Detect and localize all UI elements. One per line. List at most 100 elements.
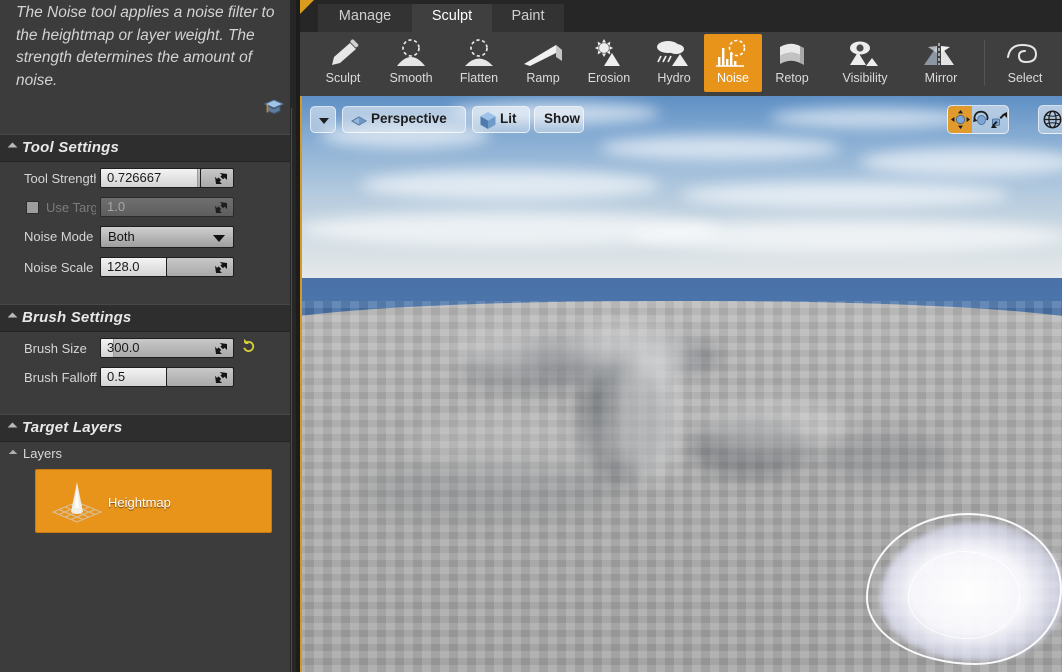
- tool-settings-section-header[interactable]: Tool Settings: [0, 134, 290, 162]
- expander-triangle-icon: [8, 449, 18, 459]
- tool-button-retop[interactable]: Retop: [762, 34, 822, 92]
- flatten-dome-icon: [446, 39, 512, 69]
- trowel-icon: [310, 39, 376, 69]
- spinner-value: 0.726667: [107, 170, 162, 185]
- property-label: Use Targ: [46, 200, 96, 215]
- terrain-shadow: [820, 435, 950, 479]
- tool-button-smooth[interactable]: Smooth: [376, 34, 446, 92]
- mode-tab-bar: Manage Sculpt Paint: [300, 0, 1062, 32]
- viewport-options-menu[interactable]: [310, 106, 336, 133]
- layer-item-heightmap[interactable]: Heightmap: [35, 469, 272, 533]
- drag-arrows-icon: [215, 342, 228, 355]
- property-row-noise-scale: Noise Scale 128.0: [0, 257, 290, 279]
- property-row-brush-falloff: Brush Falloff 0.5: [0, 367, 290, 389]
- tool-button-hydro[interactable]: Hydro: [644, 34, 704, 92]
- transform-gizmo-group: [947, 105, 1009, 134]
- expander-triangle-icon: [7, 312, 18, 323]
- tool-description-text: The Noise tool applies a noise filter to…: [16, 4, 275, 89]
- brush-size-spinner[interactable]: 300.0: [100, 338, 234, 358]
- property-label: Noise Scale: [24, 260, 94, 275]
- tool-label: Flatten: [459, 71, 499, 85]
- smooth-dome-icon: [376, 39, 446, 69]
- tool-button-copy[interactable]: Copy: [1058, 34, 1062, 92]
- tool-button-select[interactable]: Select: [992, 34, 1058, 92]
- landscape-tool-panel: The Noise tool applies a noise filter to…: [0, 0, 290, 672]
- cloud: [360, 170, 660, 200]
- tool-label: Erosion: [587, 71, 631, 85]
- lit-cube-icon: [479, 111, 497, 135]
- tab-paint[interactable]: Paint: [492, 4, 564, 32]
- cloud: [680, 182, 1010, 208]
- camera-perspective-icon: [350, 112, 368, 134]
- tool-label: Smooth: [389, 71, 433, 85]
- expander-triangle-icon: [7, 422, 18, 433]
- view-mode-perspective[interactable]: Perspective: [342, 106, 466, 133]
- brush-falloff-drag-handle[interactable]: [166, 367, 234, 387]
- tool-button-noise[interactable]: Noise: [704, 34, 762, 92]
- tab-corner-marker-icon: [300, 0, 314, 14]
- cloud: [860, 148, 1062, 176]
- mirror-icon: [908, 39, 974, 69]
- property-row-brush-size: Brush Size 300.0: [0, 338, 290, 360]
- property-row-noise-mode: Noise Mode Both: [0, 226, 290, 248]
- button-label: Lit: [500, 111, 517, 126]
- tab-label: Manage: [338, 8, 392, 24]
- noise-mode-dropdown[interactable]: Both: [100, 226, 234, 248]
- graduation-cap-icon[interactable]: [262, 95, 286, 119]
- sculpt-tool-toolbar: Sculpt Smooth Flatten Ramp Erosion Hydro…: [300, 32, 1062, 96]
- splitter-line: [291, 108, 292, 672]
- tool-button-flatten[interactable]: Flatten: [446, 34, 512, 92]
- globe-icon: [1043, 110, 1062, 134]
- tab-label: Paint: [511, 8, 545, 24]
- tool-label: Visibility: [842, 71, 888, 85]
- noise-waveform-icon: [704, 39, 762, 69]
- property-row-use-target-value: Use Targ 1.0: [0, 197, 290, 219]
- button-label: Show: [544, 111, 580, 126]
- scale-gizmo-button[interactable]: [990, 111, 1008, 134]
- spinner-value: 300.0: [107, 340, 140, 355]
- tool-strength-drag-handle[interactable]: [200, 168, 234, 188]
- section-title: Tool Settings: [22, 139, 120, 156]
- unreal-landscape-editor: The Noise tool applies a noise filter to…: [0, 0, 1062, 672]
- brush-falloff-spinner[interactable]: 0.5: [100, 367, 168, 387]
- view-mode-lit[interactable]: Lit: [472, 106, 530, 133]
- tab-manage[interactable]: Manage: [318, 4, 412, 32]
- world-coordinate-button[interactable]: [1038, 105, 1062, 134]
- property-label: Brush Falloff: [24, 370, 97, 385]
- tool-button-ramp[interactable]: Ramp: [512, 34, 574, 92]
- tool-button-visibility[interactable]: Visibility: [822, 34, 908, 92]
- move-arrows-icon: [951, 110, 970, 134]
- chevron-down-icon: [213, 235, 225, 242]
- noise-scale-drag-handle[interactable]: [166, 257, 234, 277]
- landscape-brush-cursor-falloff-ring: [908, 551, 1020, 639]
- drag-arrows-icon: [215, 201, 228, 214]
- section-title: Target Layers: [22, 419, 123, 436]
- rotate-gizmo-button[interactable]: [973, 110, 990, 134]
- layer-name: Heightmap: [108, 495, 171, 510]
- toolbar-separator: [984, 40, 985, 86]
- brush-settings-section-header[interactable]: Brush Settings: [0, 304, 290, 332]
- retopologize-icon: [762, 39, 822, 69]
- tool-label: Sculpt: [325, 71, 361, 85]
- layers-subsection-header[interactable]: Layers: [0, 444, 290, 466]
- terrain-highlight: [612, 351, 682, 481]
- use-target-value-checkbox[interactable]: [26, 201, 39, 214]
- section-title: Brush Settings: [22, 309, 132, 326]
- target-layers-section-header[interactable]: Target Layers: [0, 414, 290, 442]
- tool-label: Hydro: [657, 71, 691, 85]
- show-flags-menu[interactable]: Show: [534, 106, 584, 133]
- tool-button-sculpt[interactable]: Sculpt: [310, 34, 376, 92]
- copy-paste-icon: [1058, 39, 1062, 69]
- viewport-active-border: [300, 96, 302, 672]
- lasso-select-icon: [992, 39, 1058, 69]
- rain-cloud-icon: [644, 39, 704, 69]
- terrain-shadow: [360, 461, 620, 521]
- tool-label: Mirror: [924, 71, 958, 85]
- noise-scale-spinner[interactable]: 128.0: [100, 257, 168, 277]
- tab-sculpt[interactable]: Sculpt: [412, 4, 492, 32]
- eye-visibility-icon: [822, 39, 908, 69]
- tool-button-erosion[interactable]: Erosion: [574, 34, 644, 92]
- spinner-value: 128.0: [107, 259, 140, 274]
- tool-button-mirror[interactable]: Mirror: [908, 34, 974, 92]
- property-row-tool-strength: Tool Strength 0.726667: [0, 168, 290, 352]
